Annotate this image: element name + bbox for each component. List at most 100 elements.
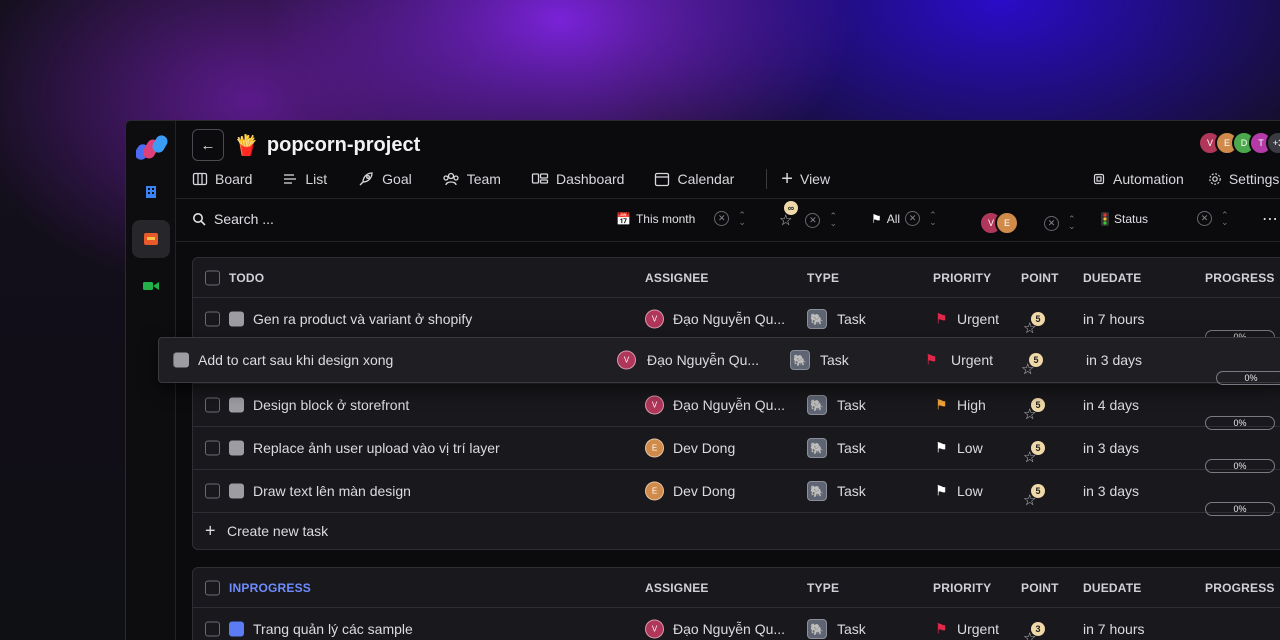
task-checkbox[interactable] bbox=[205, 621, 220, 637]
app-logo[interactable] bbox=[135, 135, 168, 161]
clear-status-icon[interactable]: ✕ bbox=[1197, 211, 1213, 226]
sort-icon[interactable]: ⌃ ⌄ bbox=[1068, 215, 1076, 231]
task-type[interactable]: Task bbox=[837, 397, 866, 413]
star-icon[interactable]: ☆ 3 bbox=[1023, 622, 1045, 640]
star-icon[interactable]: ☆ 5 bbox=[1023, 398, 1045, 423]
clear-assignee-icon[interactable]: ✕ bbox=[1044, 215, 1059, 231]
automation-button[interactable]: Automation bbox=[1092, 171, 1184, 187]
task-title[interactable]: Design block ở storefront bbox=[253, 397, 409, 413]
video-call-icon[interactable] bbox=[132, 267, 170, 305]
back-button[interactable]: ← bbox=[192, 129, 224, 161]
due-date[interactable]: in 4 days bbox=[1083, 397, 1139, 413]
task-title[interactable]: Replace ảnh user upload vào vị trí layer bbox=[253, 440, 500, 456]
group-name[interactable]: INPROGRESS bbox=[229, 581, 311, 595]
task-row[interactable]: Draw text lên màn design E Dev Dong 🐘 Ta… bbox=[193, 470, 1280, 516]
member-avatars[interactable]: VEDT+3 bbox=[1198, 131, 1280, 155]
create-task-row[interactable]: + Create new task bbox=[193, 513, 1280, 549]
col-progress[interactable]: PROGRESS bbox=[1205, 271, 1275, 285]
task-type[interactable]: Task bbox=[837, 440, 866, 456]
col-assignee[interactable]: ASSIGNEE bbox=[645, 271, 709, 285]
status-square-icon[interactable] bbox=[229, 440, 244, 456]
priority-filter[interactable]: ⚑ All ✕ ⌃ ⌄ bbox=[871, 210, 937, 226]
point-filter[interactable]: ☆ ∞ ✕ ⌃ ⌄ bbox=[779, 201, 837, 229]
task-title[interactable]: Add to cart sau khi design xong bbox=[198, 352, 393, 368]
add-view-button[interactable]: + View bbox=[781, 168, 830, 191]
settings-button[interactable]: Settings bbox=[1208, 171, 1279, 187]
tab-dashboard[interactable]: Dashboard bbox=[531, 171, 624, 187]
task-checkbox[interactable] bbox=[205, 483, 220, 499]
assignee-filter[interactable]: V E ✕ ⌃ ⌄ bbox=[979, 211, 1076, 235]
priority-label[interactable]: Urgent bbox=[951, 352, 993, 368]
due-date[interactable]: in 7 hours bbox=[1083, 621, 1144, 637]
assignee-name[interactable]: Dev Dong bbox=[673, 483, 735, 499]
assignee-name[interactable]: Dev Dong bbox=[673, 440, 735, 456]
status-square-icon[interactable] bbox=[229, 483, 244, 499]
priority-label[interactable]: High bbox=[957, 397, 986, 413]
task-checkbox[interactable] bbox=[205, 440, 220, 456]
sort-icon[interactable]: ⌃ ⌄ bbox=[738, 210, 746, 226]
task-checkbox[interactable] bbox=[205, 311, 220, 327]
col-progress[interactable]: PROGRESS bbox=[1205, 581, 1275, 595]
due-date[interactable]: in 3 days bbox=[1083, 483, 1139, 499]
clear-priority-icon[interactable]: ✕ bbox=[905, 211, 921, 226]
due-date[interactable]: in 3 days bbox=[1083, 440, 1139, 456]
sort-icon[interactable]: ⌃ ⌄ bbox=[929, 210, 937, 226]
star-icon[interactable]: ☆ 5 bbox=[1023, 441, 1045, 466]
star-icon[interactable]: ☆ 5 bbox=[1023, 484, 1045, 509]
task-checkbox[interactable] bbox=[205, 397, 220, 413]
priority-label[interactable]: Low bbox=[957, 483, 983, 499]
status-square-icon[interactable] bbox=[229, 621, 244, 637]
search-input[interactable]: Search ... bbox=[192, 211, 274, 227]
more-options-icon[interactable]: ⋯ bbox=[1262, 209, 1278, 229]
status-filter[interactable]: Status ✕ ⌃ ⌄ bbox=[1101, 210, 1229, 226]
col-point[interactable]: POINT bbox=[1021, 581, 1059, 595]
task-type[interactable]: Task bbox=[837, 311, 866, 327]
col-duedate[interactable]: DUEDATE bbox=[1083, 271, 1142, 285]
building-icon[interactable] bbox=[132, 173, 170, 211]
status-square-icon[interactable] bbox=[229, 397, 244, 413]
col-assignee[interactable]: ASSIGNEE bbox=[645, 581, 709, 595]
priority-label[interactable]: Low bbox=[957, 440, 983, 456]
col-point[interactable]: POINT bbox=[1021, 271, 1059, 285]
priority-label[interactable]: Urgent bbox=[957, 311, 999, 327]
col-priority[interactable]: PRIORITY bbox=[933, 581, 991, 595]
col-duedate[interactable]: DUEDATE bbox=[1083, 581, 1142, 595]
col-type[interactable]: TYPE bbox=[807, 581, 839, 595]
star-icon[interactable]: ☆ 5 bbox=[1023, 312, 1045, 337]
col-priority[interactable]: PRIORITY bbox=[933, 271, 991, 285]
col-type[interactable]: TYPE bbox=[807, 271, 839, 285]
project-icon[interactable] bbox=[132, 220, 170, 258]
sort-icon[interactable]: ⌃ ⌄ bbox=[1221, 210, 1229, 226]
assignee-name[interactable]: Đạo Nguyễn Qu... bbox=[673, 621, 785, 637]
task-row[interactable]: Gen ra product và variant ở shopify V Đạ… bbox=[193, 298, 1280, 344]
due-date[interactable]: in 7 hours bbox=[1083, 311, 1144, 327]
group-checkbox[interactable] bbox=[205, 580, 220, 595]
task-row[interactable]: Replace ảnh user upload vào vị trí layer… bbox=[193, 427, 1280, 473]
tab-list[interactable]: List bbox=[282, 171, 327, 187]
task-title[interactable]: Gen ra product và variant ở shopify bbox=[253, 311, 472, 327]
group-checkbox[interactable] bbox=[205, 270, 220, 285]
clear-date-icon[interactable]: ✕ bbox=[714, 211, 730, 226]
assignee-name[interactable]: Đạo Nguyễn Qu... bbox=[647, 352, 759, 368]
star-icon[interactable]: ☆ 5 bbox=[1021, 353, 1043, 378]
task-type[interactable]: Task bbox=[837, 621, 866, 637]
tab-board[interactable]: Board bbox=[192, 171, 252, 187]
assignee-name[interactable]: Đạo Nguyễn Qu... bbox=[673, 311, 785, 327]
clear-point-icon[interactable]: ✕ bbox=[805, 212, 821, 228]
dragging-task-row[interactable]: Add to cart sau khi design xong V Đạo Ng… bbox=[158, 337, 1280, 385]
group-name[interactable]: TODO bbox=[229, 271, 264, 285]
due-date[interactable]: in 3 days bbox=[1086, 352, 1142, 368]
task-type[interactable]: Task bbox=[820, 352, 849, 368]
assignee-name[interactable]: Đạo Nguyễn Qu... bbox=[673, 397, 785, 413]
task-type[interactable]: Task bbox=[837, 483, 866, 499]
task-title[interactable]: Trang quản lý các sample bbox=[253, 621, 413, 637]
status-square-icon[interactable] bbox=[174, 352, 189, 368]
tab-goal[interactable]: Goal bbox=[357, 170, 412, 188]
task-title[interactable]: Draw text lên màn design bbox=[253, 483, 411, 499]
priority-label[interactable]: Urgent bbox=[957, 621, 999, 637]
date-filter[interactable]: 📅 This month ✕ ⌃ ⌄ bbox=[616, 210, 746, 226]
task-row[interactable]: Trang quản lý các sample V Đạo Nguyễn Qu… bbox=[193, 608, 1280, 640]
sort-icon[interactable]: ⌃ ⌄ bbox=[829, 212, 837, 228]
tab-calendar[interactable]: Calendar bbox=[654, 171, 734, 187]
task-row[interactable]: Design block ở storefront V Đạo Nguyễn Q… bbox=[193, 384, 1280, 430]
